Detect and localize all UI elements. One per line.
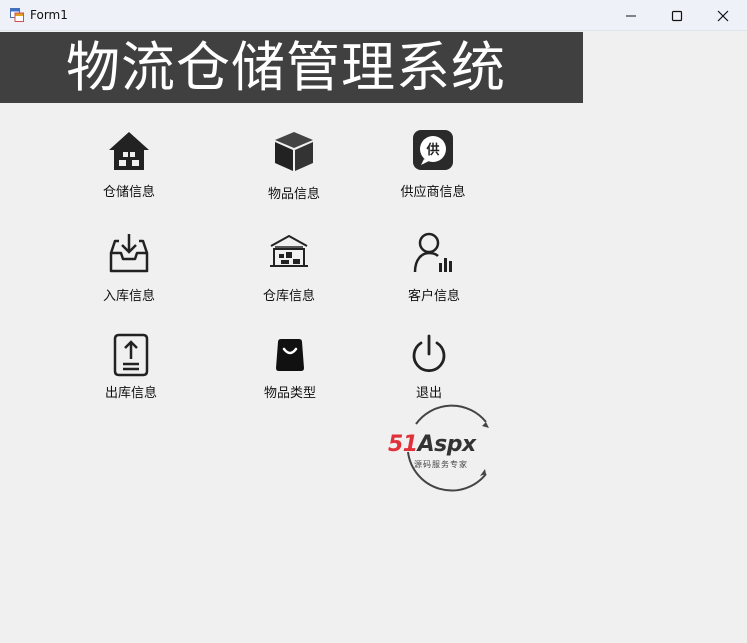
svg-text:供: 供: [425, 142, 439, 158]
app-form-icon: [10, 8, 24, 22]
menu-inbound-info[interactable]: 入库信息: [74, 230, 184, 310]
inbox-download-icon: [109, 234, 149, 273]
menu-label: 物品类型: [263, 386, 316, 401]
menu-outbound-info[interactable]: 出库信息: [76, 330, 186, 410]
warehouse-building-icon: [270, 234, 308, 267]
menu-label: 出库信息: [104, 386, 157, 401]
menu-warehouse-info[interactable]: 仓库信息: [234, 230, 344, 310]
brand-watermark: 51Aspx 源码服务专家: [386, 402, 512, 494]
menu-label: 供应商信息: [400, 185, 466, 200]
menu-label: 入库信息: [102, 289, 155, 304]
supplier-badge-icon: 供: [413, 130, 453, 170]
menu-label: 退出: [415, 386, 442, 401]
menu-item-info[interactable]: 物品信息: [239, 128, 349, 208]
menu-customer-info[interactable]: 客户信息: [379, 230, 489, 310]
customer-chart-icon: [413, 232, 452, 273]
brand-tagline: 源码服务专家: [414, 460, 468, 469]
brand-text: 51Aspx: [388, 432, 476, 457]
maximize-icon: [671, 10, 683, 21]
menu-label: 物品信息: [267, 187, 320, 202]
bag-icon: [276, 339, 304, 371]
brand-number: 51: [388, 432, 418, 457]
menu-exit[interactable]: 退出: [374, 330, 484, 410]
menu-label: 仓库信息: [262, 289, 315, 304]
menu-label: 客户信息: [407, 289, 460, 304]
outbound-upload-icon: [113, 333, 149, 377]
close-icon: [717, 10, 729, 21]
cube-box-icon: [275, 132, 313, 171]
minimize-button[interactable]: [608, 0, 654, 31]
menu-label: 仓储信息: [102, 185, 155, 200]
window-title: Form1: [30, 8, 68, 22]
menu-warehouse-storage[interactable]: 仓储信息: [74, 128, 184, 208]
power-icon: [412, 334, 446, 373]
minimize-icon: [626, 15, 636, 16]
menu-supplier-info[interactable]: 供 供应商信息: [378, 128, 488, 208]
close-button[interactable]: [700, 0, 746, 31]
system-banner: 物流仓储管理系统: [0, 32, 583, 103]
menu-item-type[interactable]: 物品类型: [235, 330, 345, 410]
maximize-button[interactable]: [654, 0, 700, 31]
title-bar: Form1: [0, 0, 747, 31]
warehouse-house-icon: [109, 132, 149, 170]
brand-name: Aspx: [417, 432, 477, 457]
system-title: 物流仓储管理系统: [66, 36, 506, 99]
